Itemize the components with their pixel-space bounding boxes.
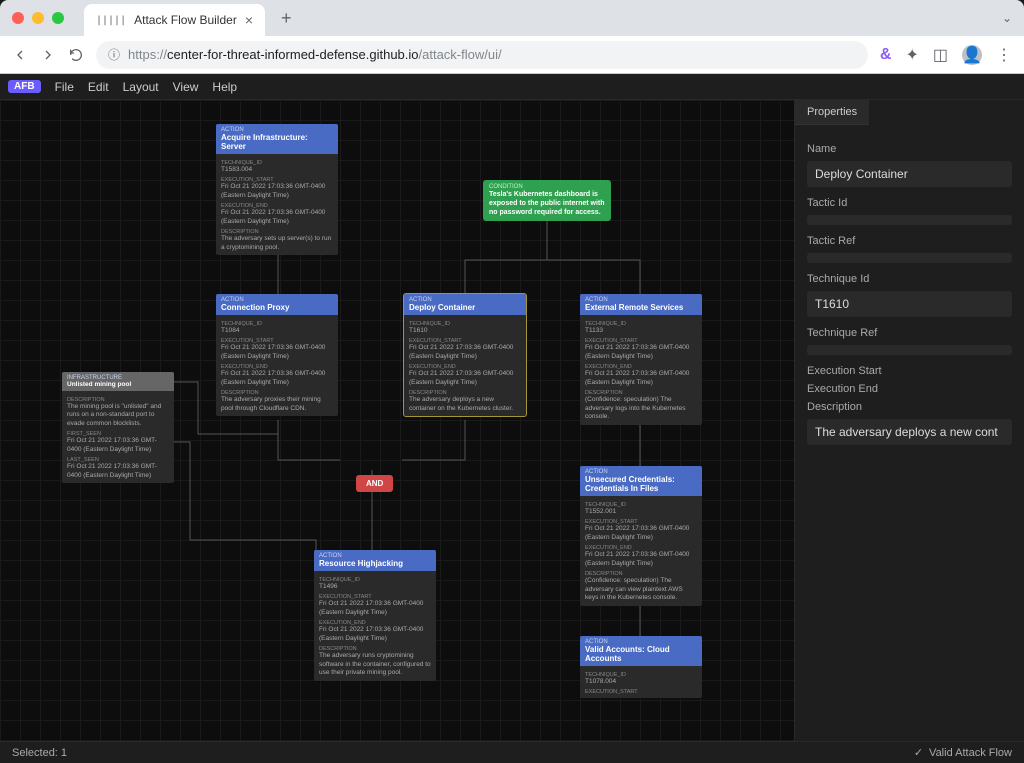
back-button[interactable] (12, 47, 28, 63)
node-body: TECHNIQUE_ID T1583.004 EXECUTION_START F… (216, 154, 338, 255)
node-body: TECHNIQUE_ID T1133 EXECUTION_START Fri O… (580, 315, 702, 425)
properties-body: Name Tactic Id Tactic Ref Technique Id T… (795, 125, 1024, 457)
prop-techref-label: Technique Ref (807, 327, 1012, 339)
node-header: ACTION Acquire Infrastructure: Server (216, 124, 338, 154)
prop-techid-input[interactable] (807, 291, 1012, 317)
node-infrastructure[interactable]: INFRASTRUCTURE Unlisted mining pool DESC… (62, 372, 174, 483)
toolbar-icons: & ✦ ◫ 👤 ⋮ (880, 45, 1012, 65)
node-external-remote-services[interactable]: ACTION External Remote Services TECHNIQU… (580, 294, 702, 425)
node-body: TECHNIQUE_ID T1552.001 EXECUTION_START F… (580, 496, 702, 606)
app-menubar: AFB File Edit Layout View Help (0, 74, 1024, 100)
browser-chrome: ||||| Attack Flow Builder × + ⌄ ⓘ https:… (0, 0, 1024, 74)
kebab-menu-icon[interactable]: ⋮ (996, 45, 1012, 65)
canvas-area[interactable]: ACTION Acquire Infrastructure: Server TE… (0, 100, 794, 741)
node-body: TECHNIQUE_ID T1496 EXECUTION_START Fri O… (314, 571, 436, 681)
node-header: INFRASTRUCTURE Unlisted mining pool (62, 372, 174, 391)
close-window-button[interactable] (12, 12, 24, 24)
main-area: ACTION Acquire Infrastructure: Server TE… (0, 100, 1024, 741)
extensions-icon[interactable]: ✦ (905, 45, 918, 65)
url-text: https://center-for-threat-informed-defen… (128, 47, 502, 62)
prop-name-label: Name (807, 143, 1012, 155)
forward-button[interactable] (40, 47, 56, 63)
node-header: ACTION Deploy Container (404, 294, 526, 315)
tab-bar: ||||| Attack Flow Builder × + ⌄ (0, 0, 1024, 36)
node-body: DESCRIPTION The mining pool is "unlisted… (62, 391, 174, 483)
node-body: TECHNIQUE_ID T1610 EXECUTION_START Fri O… (404, 315, 526, 416)
prop-tacticid-input[interactable] (807, 215, 1012, 225)
prop-techref-input[interactable] (807, 345, 1012, 355)
node-resource-highjacking[interactable]: ACTION Resource Highjacking TECHNIQUE_ID… (314, 550, 436, 681)
node-deploy-container[interactable]: ACTION Deploy Container TECHNIQUE_ID T16… (404, 294, 526, 416)
menu-edit[interactable]: Edit (88, 80, 109, 94)
profile-sync-icon[interactable]: & (880, 46, 892, 64)
new-tab-button[interactable]: + (281, 8, 292, 29)
maximize-window-button[interactable] (52, 12, 64, 24)
node-valid-accounts[interactable]: ACTION Valid Accounts: Cloud Accounts TE… (580, 636, 702, 698)
properties-panel: Properties Name Tactic Id Tactic Ref Tec… (794, 100, 1024, 741)
tabs-overflow-button[interactable]: ⌄ (1002, 11, 1012, 25)
node-header: ACTION Connection Proxy (216, 294, 338, 315)
check-icon: ✓ (914, 746, 923, 759)
window-controls (12, 12, 64, 24)
prop-tacticref-label: Tactic Ref (807, 235, 1012, 247)
status-selected: Selected: 1 (12, 747, 67, 759)
menu-help[interactable]: Help (212, 80, 237, 94)
prop-name-input[interactable] (807, 161, 1012, 187)
node-condition[interactable]: CONDITION Tesla's Kubernetes dashboard i… (483, 180, 611, 221)
node-body: TECHNIQUE_ID T1084 EXECUTION_START Fri O… (216, 315, 338, 416)
menu-file[interactable]: File (55, 80, 74, 94)
browser-tab[interactable]: ||||| Attack Flow Builder × (84, 4, 265, 36)
prop-execend-label: Execution End (807, 383, 1012, 395)
close-tab-button[interactable]: × (245, 12, 253, 28)
sidepanel-icon[interactable]: ◫ (933, 45, 948, 65)
toolbar-row: ⓘ https://center-for-threat-informed-def… (0, 36, 1024, 74)
url-field[interactable]: ⓘ https://center-for-threat-informed-def… (96, 41, 868, 69)
tab-favicon-icon: ||||| (96, 15, 126, 26)
node-acquire-infrastructure[interactable]: ACTION Acquire Infrastructure: Server TE… (216, 124, 338, 255)
prop-techid-label: Technique Id (807, 273, 1012, 285)
node-header: ACTION External Remote Services (580, 294, 702, 315)
status-bar: Selected: 1 ✓ Valid Attack Flow (0, 741, 1024, 763)
node-header: ACTION Resource Highjacking (314, 550, 436, 571)
node-header: ACTION Valid Accounts: Cloud Accounts (580, 636, 702, 666)
node-unsecured-credentials[interactable]: ACTION Unsecured Credentials: Credential… (580, 466, 702, 606)
menu-layout[interactable]: Layout (123, 80, 159, 94)
prop-tacticref-input[interactable] (807, 253, 1012, 263)
node-connection-proxy[interactable]: ACTION Connection Proxy TECHNIQUE_ID T10… (216, 294, 338, 416)
prop-execstart-label: Execution Start (807, 365, 1012, 377)
minimize-window-button[interactable] (32, 12, 44, 24)
site-info-icon[interactable]: ⓘ (108, 46, 120, 63)
avatar-icon[interactable]: 👤 (962, 45, 982, 65)
afb-badge: AFB (8, 80, 41, 93)
node-header: ACTION Unsecured Credentials: Credential… (580, 466, 702, 496)
prop-tacticid-label: Tactic Id (807, 197, 1012, 209)
node-body: TECHNIQUE_ID T1078.004 EXECUTION_START (580, 666, 702, 698)
tab-title: Attack Flow Builder (134, 13, 237, 27)
status-valid: ✓ Valid Attack Flow (914, 746, 1012, 759)
prop-desc-input[interactable] (807, 419, 1012, 445)
properties-tab[interactable]: Properties (795, 100, 869, 125)
prop-desc-label: Description (807, 401, 1012, 413)
reload-button[interactable] (68, 47, 84, 63)
menu-view[interactable]: View (173, 80, 199, 94)
node-and-operator[interactable]: AND (356, 475, 393, 492)
